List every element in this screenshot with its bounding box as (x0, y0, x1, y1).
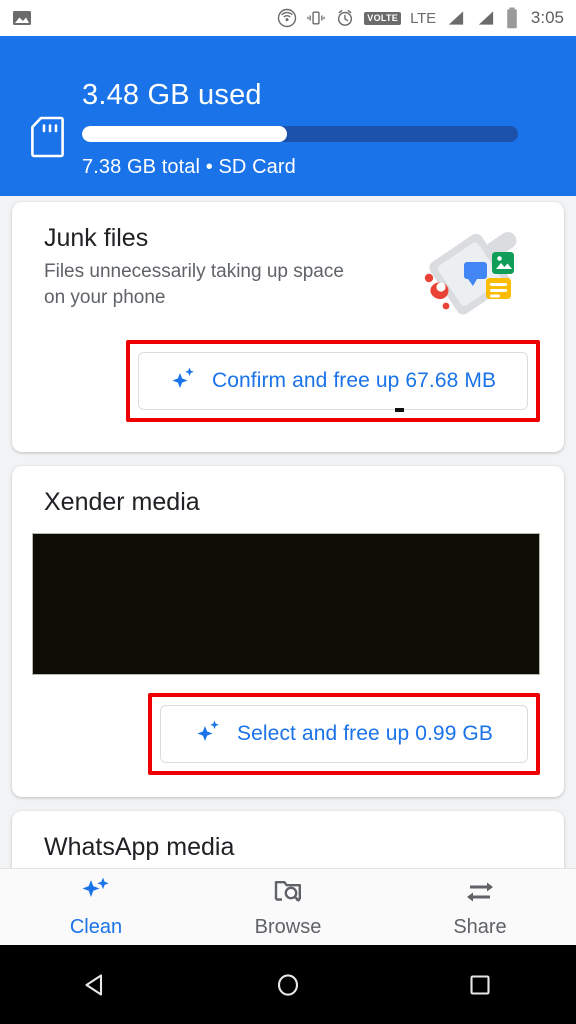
signal-2-icon (475, 8, 496, 28)
nav-label-clean: Clean (69, 915, 123, 938)
sparkle-icon (80, 876, 112, 911)
cast-icon (277, 8, 297, 28)
storage-used-label: 3.48 GB used (82, 79, 262, 111)
junk-files-card[interactable]: Junk files Files unnecessarily taking up… (12, 202, 564, 452)
select-free-up-label: Select and free up 0.99 GB (237, 722, 493, 745)
whatsapp-media-title: WhatsApp media (44, 833, 235, 861)
bottom-navigation[interactable]: Clean Browse Share (0, 868, 576, 945)
signal-1-icon (445, 8, 466, 28)
sparkle-icon (170, 365, 198, 398)
status-bar: VOLTE LTE 3:05 (0, 0, 576, 36)
status-bar-clock: 3:05 (530, 8, 564, 27)
junk-button-highlight: Confirm and free up 67.68 MB (126, 340, 540, 423)
storage-progress-bar (82, 126, 518, 142)
xender-media-title: Xender media (44, 488, 200, 516)
nav-item-share[interactable]: Share (384, 869, 576, 945)
junk-files-subtitle: Files unnecessarily taking up space on y… (44, 261, 344, 308)
xender-media-card[interactable]: Xender media Select and free up 0.99 GB (12, 466, 564, 797)
confirm-free-up-label: Confirm and free up 67.68 MB (211, 369, 497, 393)
battery-icon (505, 7, 519, 29)
sparkle-icon (195, 718, 223, 751)
junk-action-row: Confirm and free up 67.68 MB (12, 340, 564, 423)
confirm-free-up-button[interactable]: Confirm and free up 67.68 MB (138, 352, 528, 411)
dustpan-junk-icon (424, 224, 542, 333)
swap-arrows-icon (464, 876, 496, 911)
xender-media-thumbnail[interactable] (32, 533, 540, 675)
image-icon (12, 8, 32, 28)
status-bar-left (12, 8, 32, 28)
storage-total-label: 7.38 GB total • SD Card (82, 156, 296, 178)
folder-search-icon (272, 876, 304, 911)
xender-action-row: Select and free up 0.99 GB (12, 693, 564, 775)
android-navigation-bar[interactable] (0, 945, 576, 1024)
volte-badge: VOLTE (364, 11, 402, 25)
xender-button-highlight: Select and free up 0.99 GB (148, 693, 540, 775)
nav-label-browse: Browse (254, 915, 322, 938)
nav-item-browse[interactable]: Browse (192, 869, 384, 945)
back-triangle-icon[interactable] (0, 945, 192, 1024)
clean-card-list[interactable]: Junk files Files unnecessarily taking up… (0, 196, 576, 902)
nav-label-share: Share (453, 915, 507, 938)
lte-label: LTE (410, 9, 436, 27)
storage-progress-fill (82, 126, 287, 142)
recents-square-icon[interactable] (384, 945, 576, 1024)
home-circle-icon[interactable] (192, 945, 384, 1024)
nav-item-clean[interactable]: Clean (0, 869, 192, 945)
status-bar-right: VOLTE LTE 3:05 (277, 7, 564, 29)
alarm-icon (335, 8, 355, 28)
select-free-up-button[interactable]: Select and free up 0.99 GB (160, 705, 528, 763)
sd-card-icon (30, 116, 64, 163)
vibrate-icon (306, 8, 326, 28)
text-cursor-mark (395, 408, 404, 412)
